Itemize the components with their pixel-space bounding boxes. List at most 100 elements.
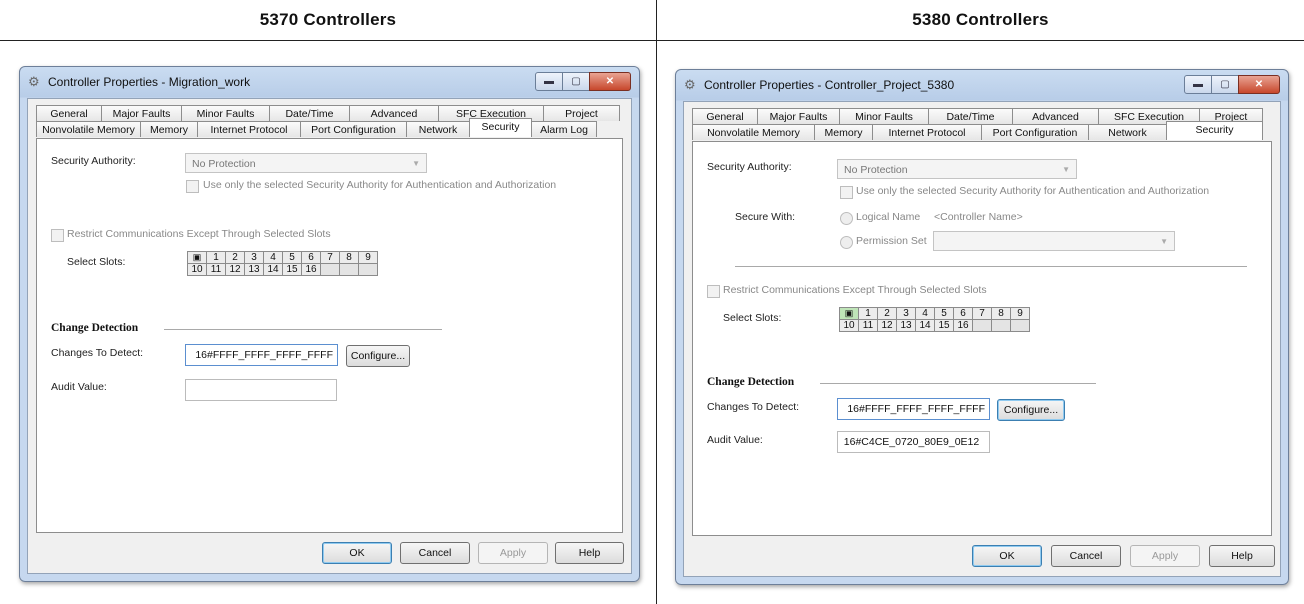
tab-network[interactable]: Network (1088, 124, 1167, 140)
gear-icon: ⚙ (28, 74, 40, 89)
slot-8[interactable]: 8 (339, 251, 359, 264)
apply-button[interactable]: Apply (478, 542, 548, 564)
slot-14[interactable]: 14 (263, 263, 283, 276)
help-button[interactable]: Help (555, 542, 624, 564)
slot-15[interactable]: 15 (282, 263, 302, 276)
slot-16[interactable]: 16 (301, 263, 321, 276)
tab-date-time[interactable]: Date/Time (269, 105, 350, 121)
permission-set-label: Permission Set (856, 235, 927, 247)
slot-15[interactable]: 15 (934, 319, 954, 332)
tab-internet-protocol[interactable]: Internet Protocol (872, 124, 982, 140)
tab-memory[interactable]: Memory (140, 121, 198, 137)
audit-value-label: Audit Value: (51, 381, 107, 393)
dialog-body: General Major Faults Minor Faults Date/T… (27, 98, 632, 574)
restrict-communications-checkbox[interactable] (51, 229, 64, 242)
controller-properties-dialog-5380: ⚙ Controller Properties - Controller_Pro… (675, 69, 1289, 585)
tab-major-faults[interactable]: Major Faults (101, 105, 182, 121)
slot-13[interactable]: 13 (244, 263, 264, 276)
slot-10[interactable]: 10 (187, 263, 207, 276)
tab-security[interactable]: Security (1166, 121, 1263, 140)
slot-6[interactable]: 6 (301, 251, 321, 264)
slot-2[interactable]: 2 (877, 307, 897, 320)
maximize-icon[interactable]: ▢ (562, 72, 590, 91)
use-only-checkbox[interactable] (840, 186, 853, 199)
slot-11[interactable]: 11 (206, 263, 226, 276)
tab-nonvolatile-memory[interactable]: Nonvolatile Memory (692, 124, 815, 140)
slot-4[interactable]: 4 (915, 307, 935, 320)
slot-14[interactable]: 14 (915, 319, 935, 332)
select-slots-label: Select Slots: (723, 312, 782, 324)
slot-7[interactable]: 7 (320, 251, 340, 264)
title-bar[interactable]: ⚙ Controller Properties - Controller_Pro… (676, 70, 1288, 100)
slot-7[interactable]: 7 (972, 307, 992, 320)
tab-port-configuration[interactable]: Port Configuration (981, 124, 1089, 140)
tab-date-time[interactable]: Date/Time (928, 108, 1013, 124)
audit-value-field (185, 379, 337, 401)
ok-button[interactable]: OK (322, 542, 392, 564)
minimize-icon[interactable]: ▬ (1184, 75, 1212, 94)
restrict-communications-label: Restrict Communications Except Through S… (723, 284, 987, 296)
slot-8[interactable]: 8 (991, 307, 1011, 320)
slot-9[interactable]: 9 (358, 251, 378, 264)
apply-button[interactable]: Apply (1130, 545, 1200, 567)
help-button[interactable]: Help (1209, 545, 1275, 567)
slot-empty (320, 263, 340, 276)
slot-6[interactable]: 6 (953, 307, 973, 320)
permission-set-select[interactable]: ▼ (933, 231, 1175, 251)
tab-memory[interactable]: Memory (814, 124, 873, 140)
tab-minor-faults[interactable]: Minor Faults (181, 105, 270, 121)
slot-3[interactable]: 3 (896, 307, 916, 320)
slot-grid: ▣ 1 2 3 4 5 6 7 8 9 10 11 12 13 14 15 16 (187, 251, 378, 276)
slot-12[interactable]: 12 (225, 263, 245, 276)
slot-9[interactable]: 9 (1010, 307, 1030, 320)
configure-button[interactable]: Configure... (997, 399, 1065, 421)
configure-button[interactable]: Configure... (346, 345, 410, 367)
tab-port-configuration[interactable]: Port Configuration (300, 121, 407, 137)
minimize-icon[interactable]: ▬ (535, 72, 563, 91)
slot-10[interactable]: 10 (839, 319, 859, 332)
slot-13[interactable]: 13 (896, 319, 916, 332)
slot-3[interactable]: 3 (244, 251, 264, 264)
security-authority-select[interactable]: No Protection ▼ (185, 153, 427, 173)
logical-name-label: Logical Name (856, 211, 921, 223)
tab-general[interactable]: General (36, 105, 102, 121)
tab-minor-faults[interactable]: Minor Faults (839, 108, 929, 124)
maximize-icon[interactable]: ▢ (1211, 75, 1239, 94)
tab-general[interactable]: General (692, 108, 758, 124)
section-rule (820, 383, 1096, 384)
tab-nonvolatile-memory[interactable]: Nonvolatile Memory (36, 121, 141, 137)
chevron-down-icon: ▼ (1160, 237, 1168, 246)
slot-5[interactable]: 5 (282, 251, 302, 264)
slot-1[interactable]: 1 (206, 251, 226, 264)
slot-16[interactable]: 16 (953, 319, 973, 332)
slot-5[interactable]: 5 (934, 307, 954, 320)
tab-security[interactable]: Security (469, 118, 532, 137)
slot-1[interactable]: 1 (858, 307, 878, 320)
tab-advanced[interactable]: Advanced (349, 105, 439, 121)
tab-network[interactable]: Network (406, 121, 470, 137)
cancel-button[interactable]: Cancel (400, 542, 470, 564)
restrict-communications-checkbox[interactable] (707, 285, 720, 298)
logical-name-radio[interactable] (840, 212, 853, 225)
cancel-button[interactable]: Cancel (1051, 545, 1121, 567)
slot-empty (972, 319, 992, 332)
ok-button[interactable]: OK (972, 545, 1042, 567)
close-icon[interactable]: ✕ (589, 72, 631, 91)
changes-to-detect-field[interactable]: 16#FFFF_FFFF_FFFF_FFFF (837, 398, 990, 420)
tab-major-faults[interactable]: Major Faults (757, 108, 840, 124)
tab-project[interactable]: Project (543, 105, 620, 121)
slot-2[interactable]: 2 (225, 251, 245, 264)
slot-4[interactable]: 4 (263, 251, 283, 264)
tab-alarm-log[interactable]: Alarm Log (531, 121, 597, 137)
permission-set-radio[interactable] (840, 236, 853, 249)
changes-to-detect-field[interactable]: 16#FFFF_FFFF_FFFF_FFFF (185, 344, 338, 366)
use-only-checkbox[interactable] (186, 180, 199, 193)
header-5370: 5370 Controllers (259, 10, 397, 29)
title-bar[interactable]: ⚙ Controller Properties - Migration_work… (20, 67, 639, 97)
tab-advanced[interactable]: Advanced (1012, 108, 1099, 124)
slot-12[interactable]: 12 (877, 319, 897, 332)
security-authority-select[interactable]: No Protection ▼ (837, 159, 1077, 179)
close-icon[interactable]: ✕ (1238, 75, 1280, 94)
slot-11[interactable]: 11 (858, 319, 878, 332)
tab-internet-protocol[interactable]: Internet Protocol (197, 121, 301, 137)
